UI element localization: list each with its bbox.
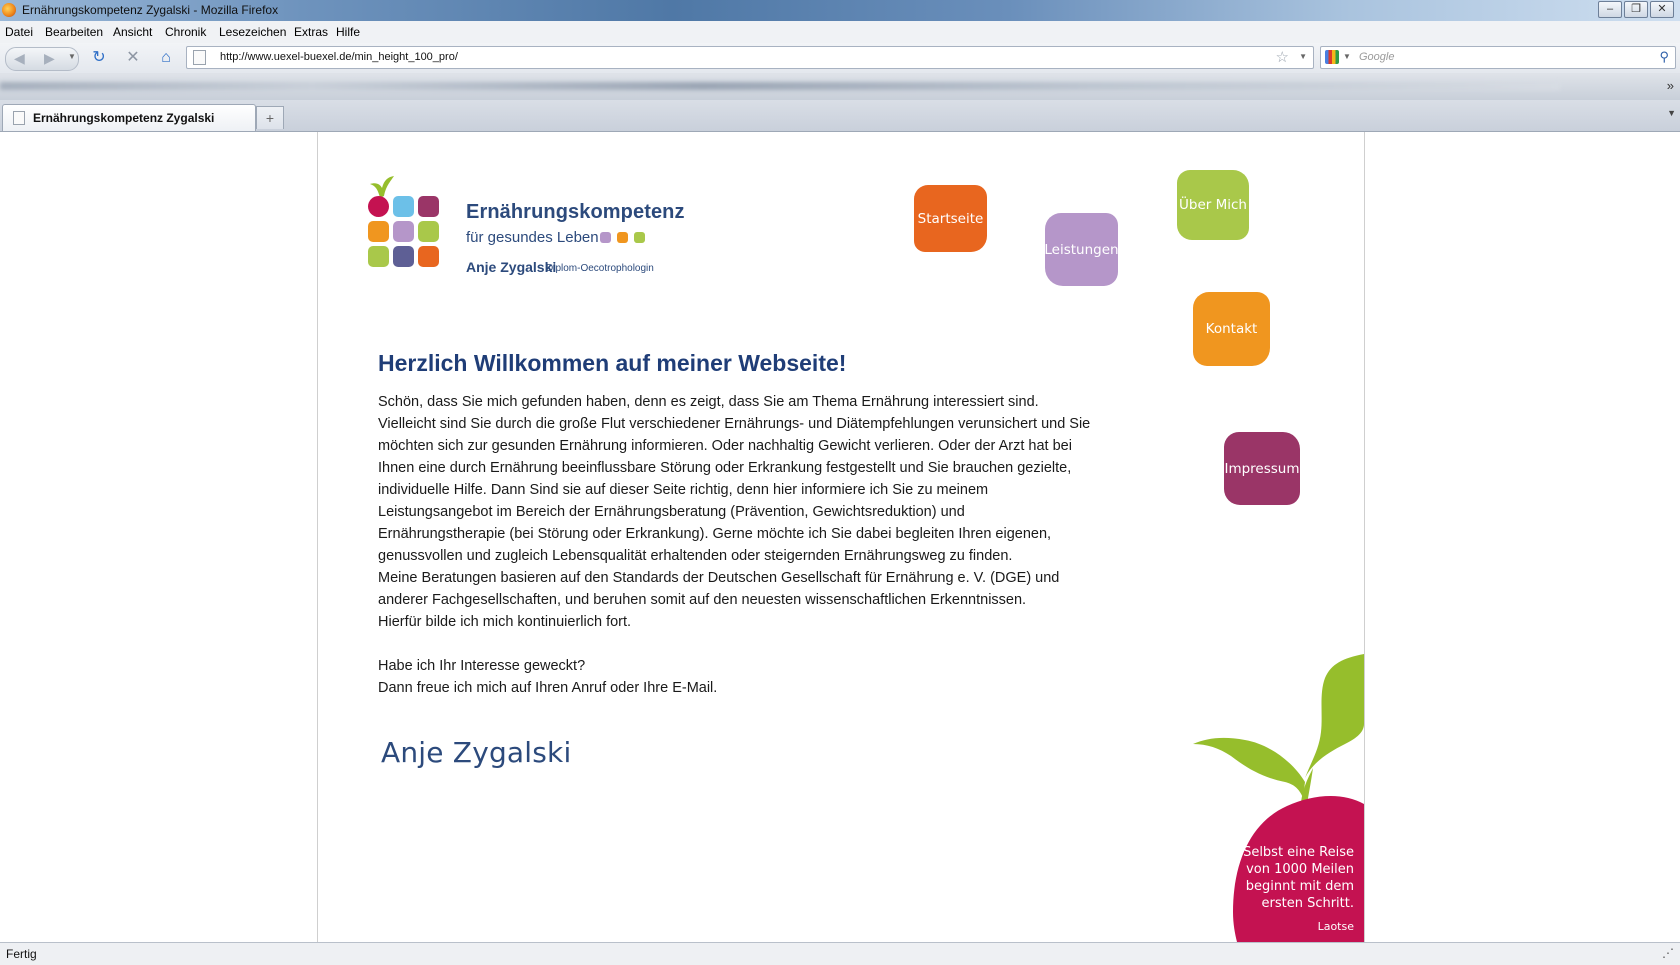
- search-bar[interactable]: ▼ Google ⚲: [1320, 46, 1676, 69]
- window-titlebar: Ernährungskompetenz Zygalski - Mozilla F…: [0, 0, 1680, 21]
- url-bar[interactable]: http://www.uexel-buexel.de/min_height_10…: [186, 46, 1314, 69]
- logo-dot: [600, 232, 611, 243]
- logo-square: [393, 196, 414, 217]
- logo-tagline: für gesundes Leben: [466, 229, 599, 246]
- back-forward-group: ◀ ▶ ▼: [5, 47, 79, 71]
- site-logo[interactable]: Ernährungskompetenz für gesundes Leben A…: [368, 176, 685, 284]
- logo-brand: Ernährungskompetenz: [466, 201, 685, 223]
- intro-line: individuelle Hilfe. Dann Sind sie auf di…: [378, 482, 989, 498]
- quote-line: von 1000 Meilen: [1246, 862, 1354, 877]
- closing-line: Habe ich Ihr Interesse geweckt?: [378, 658, 586, 674]
- nav-startseite[interactable]: Startseite: [914, 185, 987, 252]
- tab-strip: Ernährungskompetenz Zygalski + ▼: [0, 100, 1680, 132]
- bookmarks-toolbar: »: [0, 73, 1680, 100]
- menu-lesezeichen[interactable]: Lesezeichen: [219, 25, 286, 39]
- minimize-icon[interactable]: –: [1598, 1, 1622, 18]
- maximize-icon[interactable]: ❐: [1624, 1, 1648, 18]
- intro-line: Hierfür bilde ich mich kontinuierlich fo…: [378, 614, 632, 630]
- signature: Anje Zygalski: [381, 736, 572, 769]
- quote-line: beginnt mit dem: [1245, 879, 1354, 894]
- menu-bearbeiten[interactable]: Bearbeiten: [45, 25, 103, 39]
- tab-list-icon[interactable]: ▼: [1667, 108, 1676, 118]
- page-viewport: Ernährungskompetenz für gesundes Leben A…: [0, 132, 1680, 942]
- tab-label: Ernährungskompetenz Zygalski: [33, 111, 215, 125]
- intro-line: Leistungsangebot im Bereich der Ernährun…: [378, 504, 965, 520]
- resize-grip-icon[interactable]: ⋰: [1662, 946, 1674, 960]
- stop-icon[interactable]: ✕: [122, 47, 144, 69]
- firefox-icon: [2, 3, 16, 17]
- status-bar: Fertig ⋰: [0, 942, 1680, 965]
- page-container: Ernährungskompetenz für gesundes Leben A…: [317, 132, 1365, 942]
- back-icon[interactable]: ◀: [14, 50, 25, 67]
- search-engine-dropdown-icon[interactable]: ▼: [1343, 52, 1351, 61]
- search-icon[interactable]: ⚲: [1659, 49, 1669, 65]
- logo-dot: [617, 232, 628, 243]
- nav-impressum[interactable]: Impressum: [1224, 432, 1300, 505]
- logo-square: [418, 221, 439, 242]
- status-text: Fertig: [6, 947, 37, 961]
- logo-square: [418, 246, 439, 267]
- menu-hilfe[interactable]: Hilfe: [336, 25, 360, 39]
- menu-chronik[interactable]: Chronik: [165, 25, 206, 39]
- welcome-content: Herzlich Willkommen auf meiner Webseite!…: [378, 350, 1108, 699]
- search-engine-icon[interactable]: [1325, 50, 1339, 64]
- quote-line: ersten Schritt.: [1261, 896, 1354, 911]
- page-title: Herzlich Willkommen auf meiner Webseite!: [378, 350, 847, 376]
- history-dropdown-icon[interactable]: ▼: [68, 52, 76, 61]
- page-icon: [193, 50, 206, 65]
- logo-square: [368, 196, 389, 217]
- new-tab-icon[interactable]: +: [256, 106, 284, 129]
- search-input[interactable]: Google: [1359, 51, 1394, 63]
- logo-degree: Diplom-Oecotrophologin: [546, 263, 654, 274]
- menubar: Datei Bearbeiten Ansicht Chronik Lesezei…: [0, 21, 1680, 43]
- nav-ueber-mich[interactable]: Über Mich: [1177, 170, 1249, 240]
- logo-square: [368, 221, 389, 242]
- nav-kontakt[interactable]: Kontakt: [1193, 292, 1270, 366]
- intro-line: Ihnen eine durch Ernährung beeinflussbar…: [378, 460, 1072, 476]
- tab-active[interactable]: Ernährungskompetenz Zygalski: [2, 104, 256, 131]
- reload-icon[interactable]: ↻: [88, 47, 110, 69]
- chevron-right-icon[interactable]: »: [1667, 78, 1674, 93]
- intro-line: möchten sich zur gesunden Ernährung info…: [378, 438, 1072, 454]
- menu-ansicht[interactable]: Ansicht: [113, 25, 152, 39]
- bookmark-star-icon[interactable]: ☆: [1276, 48, 1289, 66]
- nav-leistungen[interactable]: Leistungen: [1044, 213, 1119, 286]
- intro-line: anderer Fachgesellschaften, und beruhen …: [378, 592, 1027, 608]
- menu-datei[interactable]: Datei: [5, 25, 33, 39]
- logo-dot: [634, 232, 645, 243]
- forward-icon[interactable]: ▶: [44, 50, 55, 67]
- page-icon: [13, 111, 25, 125]
- intro-line: Schön, dass Sie mich gefunden haben, den…: [378, 394, 1039, 410]
- bookmarks-blurred: [0, 82, 1560, 90]
- logo-square: [418, 196, 439, 217]
- home-icon[interactable]: ⌂: [155, 47, 177, 69]
- logo-square: [393, 221, 414, 242]
- close-icon[interactable]: ✕: [1650, 1, 1674, 18]
- menu-extras[interactable]: Extras: [294, 25, 328, 39]
- intro-line: Vielleicht sind Sie durch die große Flut…: [378, 416, 1091, 432]
- logo-name: Anje Zygalski: [466, 259, 557, 275]
- window-title: Ernährungskompetenz Zygalski - Mozilla F…: [22, 3, 279, 17]
- intro-line: Ernährungstherapie (bei Störung oder Erk…: [378, 526, 1052, 542]
- intro-line: Meine Beratungen basieren auf den Standa…: [378, 570, 1060, 586]
- url-text[interactable]: http://www.uexel-buexel.de/min_height_10…: [220, 51, 458, 63]
- window-controls: – ❐ ✕: [1598, 1, 1674, 18]
- quote-line: Selbst eine Reise: [1243, 845, 1354, 860]
- quote-author: Laotse: [1317, 920, 1354, 933]
- logo-square: [393, 246, 414, 267]
- intro-line: genussvollen und zugleich Lebensqualität…: [378, 548, 1013, 564]
- logo-square: [368, 246, 389, 267]
- closing-line: Dann freue ich mich auf Ihren Anruf oder…: [378, 680, 718, 696]
- url-dropdown-icon[interactable]: ▼: [1299, 52, 1307, 61]
- quote: Selbst eine Reise von 1000 Meilen beginn…: [1198, 844, 1354, 935]
